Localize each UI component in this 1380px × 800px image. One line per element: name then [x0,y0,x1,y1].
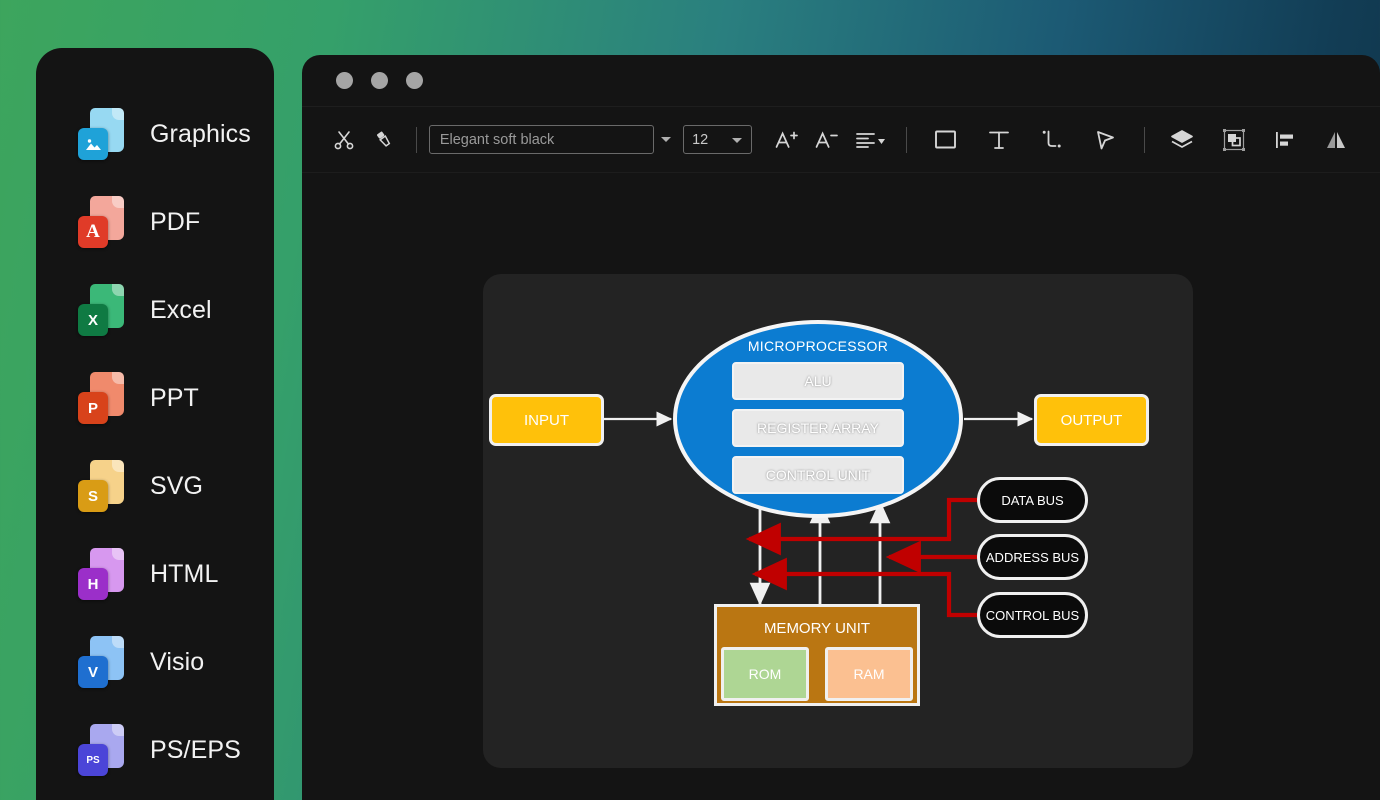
node-input-label: INPUT [524,411,569,429]
editor-canvas[interactable]: INPUT MICROPROCESSOR ALU REGISTER ARRAY … [302,173,1380,800]
node-data-bus[interactable]: DATA BUS [977,477,1088,523]
font-size-dropdown[interactable]: 12 [683,125,753,154]
connector-tool-icon[interactable] [1025,119,1078,161]
format-sidebar: Graphics A PDF X Excel P PPT S SVG H HTM… [36,48,274,800]
sidebar-item-label: HTML [150,559,219,588]
svg-file-icon: S [78,460,124,512]
sidebar-item-label: PPT [150,383,199,412]
node-data-bus-label: DATA BUS [1001,492,1064,508]
sidebar-item-label: Graphics [150,119,251,148]
sidebar-item-pdf[interactable]: A PDF [36,178,274,266]
node-output[interactable]: OUTPUT [1034,394,1149,446]
text-align-icon[interactable] [846,119,894,161]
toolbar-divider [415,126,417,153]
node-alu[interactable]: ALU [732,362,904,400]
node-microprocessor-label: MICROPROCESSOR [747,338,889,354]
editor-toolbar: 12 [302,107,1380,173]
pdf-file-icon: A [78,196,124,248]
graphics-file-icon [78,108,124,160]
sidebar-item-label: Excel [150,295,212,324]
font-size-value: 12 [692,131,709,148]
layers-icon[interactable] [1157,119,1208,161]
node-memory-unit-label: MEMORY UNIT [763,620,871,637]
document-page[interactable]: INPUT MICROPROCESSOR ALU REGISTER ARRAY … [483,274,1193,768]
close-button[interactable] [336,72,353,89]
decrease-font-size-icon[interactable] [806,119,846,161]
sidebar-item-visio[interactable]: V Visio [36,618,274,706]
pointer-select-icon[interactable] [1078,119,1131,161]
ps-eps-file-icon: PS [78,724,124,776]
chevron-down-icon [732,138,743,143]
app-window: 12 [302,55,1380,800]
node-register-array-label: REGISTER ARRAY [757,420,879,436]
minimize-button[interactable] [371,72,388,89]
rectangle-shape-icon[interactable] [919,119,972,161]
toolbar-divider [905,126,907,153]
node-control-bus[interactable]: CONTROL BUS [977,592,1088,638]
sidebar-item-label: PS/EPS [150,735,241,764]
node-memory-unit[interactable]: MEMORY UNIT ROM RAM [714,604,920,706]
sidebar-item-ps-eps[interactable]: PS PS/EPS [36,706,274,794]
window-titlebar [302,55,1380,107]
sidebar-item-ppt[interactable]: P PPT [36,354,274,442]
node-address-bus[interactable]: ADDRESS BUS [977,534,1088,580]
node-address-bus-label: ADDRESS BUS [985,549,1080,565]
flip-mirror-icon[interactable] [1311,119,1362,161]
sidebar-item-label: Visio [150,647,205,676]
sidebar-item-label: PDF [150,207,201,236]
increase-font-size-icon[interactable] [766,119,806,161]
sidebar-item-label: SVG [150,471,204,500]
node-control-unit-label: CONTROL UNIT [765,467,871,483]
node-register-array[interactable]: REGISTER ARRAY [732,409,904,447]
scissors-icon[interactable] [324,119,364,161]
ppt-file-icon: P [78,372,124,424]
node-ram[interactable]: RAM [825,647,913,701]
group-objects-icon[interactable] [1208,119,1259,161]
node-rom[interactable]: ROM [721,647,809,701]
html-file-icon: H [78,548,124,600]
visio-file-icon: V [78,636,124,688]
font-name-input[interactable] [428,125,655,154]
sidebar-item-graphics[interactable]: Graphics [36,90,274,178]
text-tool-icon[interactable] [972,119,1025,161]
node-output-label: OUTPUT [1060,411,1123,429]
sidebar-item-html[interactable]: H HTML [36,530,274,618]
sidebar-item-svg[interactable]: S SVG [36,442,274,530]
node-microprocessor[interactable]: MICROPROCESSOR ALU REGISTER ARRAY CONTRO… [673,320,963,518]
align-left-objects-icon[interactable] [1259,119,1310,161]
node-rom-label: ROM [748,666,782,682]
format-painter-icon[interactable] [364,119,404,161]
node-control-unit[interactable]: CONTROL UNIT [732,456,904,494]
node-input[interactable]: INPUT [489,394,604,446]
microprocessor-block-diagram: INPUT MICROPROCESSOR ALU REGISTER ARRAY … [483,274,1193,768]
toolbar-divider [1143,126,1145,153]
sidebar-item-excel[interactable]: X Excel [36,266,274,354]
node-control-bus-label: CONTROL BUS [985,607,1080,623]
excel-file-icon: X [78,284,124,336]
node-ram-label: RAM [853,666,885,682]
node-alu-label: ALU [804,373,832,389]
maximize-button[interactable] [406,72,423,89]
font-name-dropdown-chevron-down-icon[interactable] [654,125,677,155]
